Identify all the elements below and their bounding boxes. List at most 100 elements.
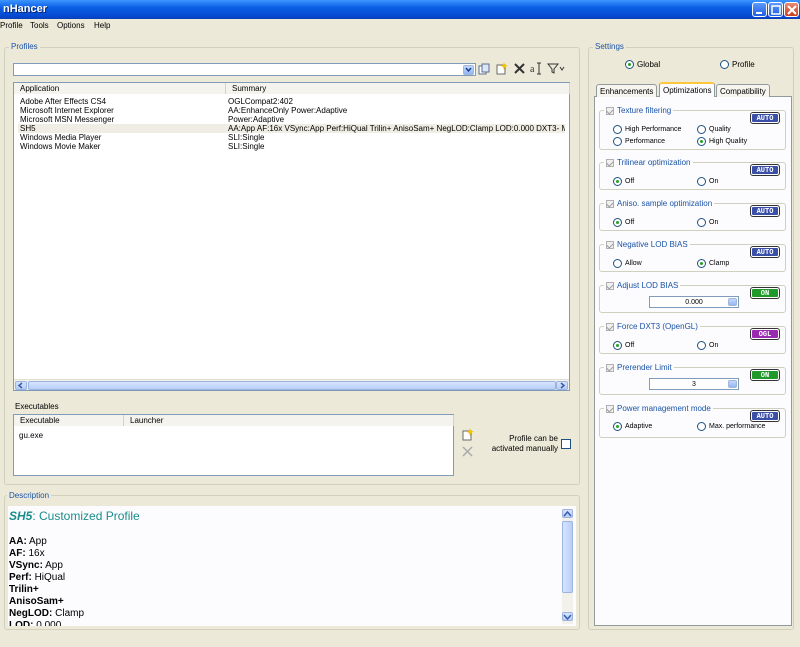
table-row[interactable]: Adobe After Effects CS4 OGLCompat2:402: [18, 97, 565, 106]
on-badge: ON: [750, 287, 780, 299]
copy-profile-icon[interactable]: [478, 63, 490, 77]
cell-summary: SLI:Single: [228, 133, 265, 142]
description-line: VSync: App: [9, 560, 63, 571]
chevron-down-icon[interactable]: [463, 65, 474, 75]
remove-executable-icon[interactable]: [462, 446, 473, 459]
dxt3-on-radio[interactable]: On: [697, 341, 718, 350]
table-row[interactable]: Windows Media Player SLI:Single: [18, 133, 565, 142]
prerender-spinner[interactable]: 3: [649, 378, 739, 390]
force-dxt3-group: Force DXT3 (OpenGL) OGL Off On: [599, 322, 786, 354]
minimize-button[interactable]: [752, 2, 767, 17]
quality-radio[interactable]: Quality: [697, 125, 731, 134]
ogl-badge: OGL: [750, 328, 780, 340]
column-header-application[interactable]: Application: [14, 83, 226, 94]
cell-summary: AA:EnhanceOnly Power:Adaptive: [228, 106, 348, 115]
column-header-summary[interactable]: Summary: [226, 83, 570, 94]
cell-application: Microsoft MSN Messenger: [20, 115, 115, 124]
profile-combo[interactable]: [13, 63, 476, 76]
cell-summary: SLI:Single: [228, 142, 265, 151]
scope-global-radio[interactable]: Global: [625, 60, 660, 69]
executables-label: Executables: [13, 402, 61, 411]
prerender-limit-group: Prerender Limit ON 3: [599, 363, 786, 395]
lod-allow-radio[interactable]: Allow: [613, 259, 642, 268]
scroll-right-button[interactable]: [556, 381, 568, 390]
tab-compatibility[interactable]: Compatibility: [716, 84, 770, 97]
rename-profile-icon[interactable]: a: [530, 62, 544, 77]
prerender-checkbox[interactable]: [606, 363, 614, 372]
trilinear-checkbox[interactable]: [606, 158, 614, 167]
table-row[interactable]: Windows Movie Maker SLI:Single: [18, 142, 565, 151]
delete-profile-icon[interactable]: [514, 63, 525, 76]
lod-clamp-radio[interactable]: Clamp: [697, 259, 729, 268]
high-quality-radio[interactable]: High Quality: [697, 137, 747, 146]
cell-summary: AA:App AF:16x VSync:App Perf:HiQual Tril…: [228, 124, 565, 133]
aniso-off-radio[interactable]: Off: [613, 218, 634, 227]
profiles-table: Application Summary Adobe After Effects …: [13, 82, 570, 391]
column-header-executable[interactable]: Executable: [14, 415, 124, 426]
texture-filtering-checkbox[interactable]: [606, 106, 614, 115]
column-header-launcher[interactable]: Launcher: [124, 415, 454, 426]
on-badge: ON: [750, 369, 780, 381]
cell-application: Windows Movie Maker: [20, 142, 101, 151]
spinner-arrows-icon[interactable]: [728, 298, 737, 306]
texture-filtering-group: Texture filtering AUTO High Performance …: [599, 106, 786, 150]
scroll-left-button[interactable]: [15, 381, 27, 390]
manual-activation-checkbox[interactable]: [561, 439, 571, 449]
negative-lod-checkbox[interactable]: [606, 240, 614, 249]
description-title: SH5: Customized Profile: [9, 509, 140, 523]
list-item[interactable]: gu.exe: [19, 431, 449, 440]
menu-tools[interactable]: Tools: [30, 21, 49, 30]
trilinear-off-radio[interactable]: Off: [613, 177, 634, 186]
description-line: Perf: HiQual: [9, 572, 66, 583]
force-dxt3-checkbox[interactable]: [606, 322, 614, 331]
manual-activation-label: Profile can be activated manually: [491, 434, 558, 453]
lod-bias-spinner[interactable]: 0.000: [649, 296, 739, 308]
close-button[interactable]: [784, 2, 799, 17]
dxt3-off-radio[interactable]: Off: [613, 341, 634, 350]
performance-radio[interactable]: Performance: [613, 137, 665, 146]
tab-enhancements[interactable]: Enhancements: [596, 84, 658, 97]
spinner-arrows-icon[interactable]: [728, 380, 737, 388]
scroll-down-button[interactable]: [562, 612, 573, 621]
description-box: SH5: Customized Profile AA: App AF: 16x VS…: [8, 506, 576, 626]
menu-options[interactable]: Options: [57, 21, 85, 30]
auto-badge: AUTO: [750, 410, 780, 422]
scroll-up-button[interactable]: [562, 509, 573, 518]
power-adaptive-radio[interactable]: Adaptive: [613, 422, 652, 431]
power-management-group: Power management mode AUTO Adaptive Max.…: [599, 404, 786, 438]
table-row[interactable]: Microsoft Internet Explorer AA:EnhanceOnl…: [18, 106, 565, 115]
power-max-performance-radio[interactable]: Max. performance: [697, 422, 765, 431]
menu-profile[interactable]: Profile: [0, 21, 23, 30]
auto-badge: AUTO: [750, 164, 780, 176]
trilinear-on-radio[interactable]: On: [697, 177, 718, 186]
table-row[interactable]: Microsoft MSN Messenger Power:Adaptive: [18, 115, 565, 124]
cell-summary: Power:Adaptive: [228, 115, 285, 124]
high-performance-radio[interactable]: High Performance: [613, 125, 681, 134]
vertical-scroll-thumb[interactable]: [562, 521, 573, 593]
auto-badge: AUTO: [750, 246, 780, 258]
cell-application: Microsoft Internet Explorer: [20, 106, 114, 115]
description-line: AF: 16x: [9, 548, 45, 559]
table-row[interactable]: SH5 AA:App AF:16x VSync:App Perf:HiQual T…: [18, 124, 565, 133]
maximize-button[interactable]: [768, 2, 783, 17]
profiles-horizontal-scrollbar[interactable]: [14, 379, 569, 390]
new-profile-icon[interactable]: [496, 62, 508, 77]
description-label: Description: [7, 491, 52, 500]
negative-lod-bias-group: Negative LOD BIAS AUTO Allow Clamp: [599, 240, 786, 272]
add-executable-icon[interactable]: [462, 428, 474, 443]
adjust-lod-checkbox[interactable]: [606, 281, 614, 290]
aniso-sample-optimization-group: Aniso. sample optimization AUTO Off On: [599, 199, 786, 231]
filter-icon[interactable]: [546, 63, 565, 76]
power-management-checkbox[interactable]: [606, 404, 614, 413]
cell-application: SH5: [20, 124, 36, 133]
aniso-on-radio[interactable]: On: [697, 218, 718, 227]
tab-optimizations[interactable]: Optimizations: [659, 82, 716, 97]
scope-profile-radio[interactable]: Profile: [720, 60, 755, 69]
horizontal-scroll-thumb[interactable]: [28, 381, 556, 390]
description-vertical-scrollbar[interactable]: [562, 509, 573, 624]
title-bar: nHancer: [0, 0, 800, 19]
aniso-checkbox[interactable]: [606, 199, 614, 208]
menu-help[interactable]: Help: [94, 21, 110, 30]
adjust-lod-bias-group: Adjust LOD BIAS ON 0.000: [599, 281, 786, 313]
description-line: Trilin+: [9, 584, 39, 595]
